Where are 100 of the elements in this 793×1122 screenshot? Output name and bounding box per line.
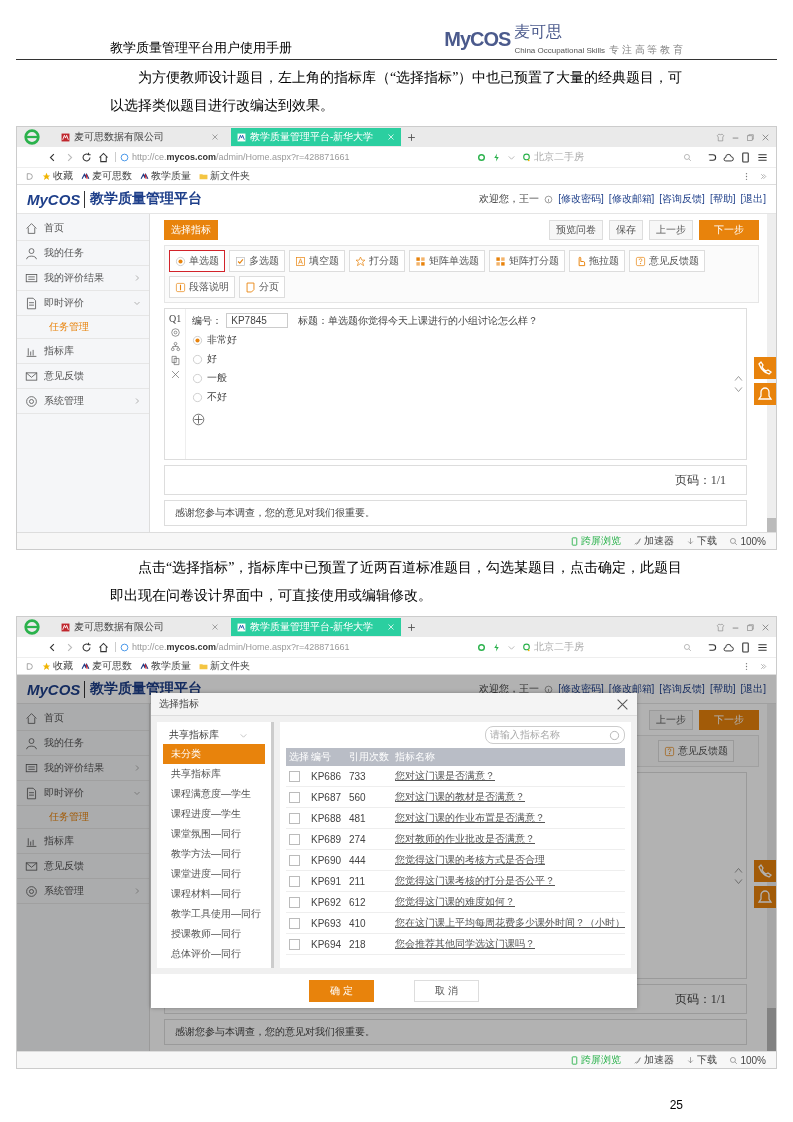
question-type-button[interactable]: 段落说明 [169,276,235,298]
bookmark[interactable]: 新文件夹 [199,169,250,183]
close-icon[interactable] [616,697,629,711]
restore-icon[interactable] [746,622,755,632]
bookmark[interactable]: 收藏 [42,169,73,183]
nav-item[interactable]: 我的评价结果 [17,266,149,291]
chat-button[interactable] [754,886,776,909]
answer-option[interactable]: 一般 [192,371,725,385]
nav-item[interactable]: 我的评价结果 [17,756,149,781]
action-button[interactable]: 保存 [609,220,643,240]
code-field[interactable]: KP7845 [226,313,289,328]
nav-item[interactable]: 我的任务 [17,731,149,756]
header-link[interactable]: [修改密码] [558,192,604,206]
chevron-icon[interactable] [759,171,768,181]
lightning-icon[interactable] [492,152,501,162]
nav-item[interactable]: 即时评价 [17,781,149,806]
search-icon[interactable] [683,152,692,162]
category-item[interactable]: 课程材料—同行 [163,884,265,904]
category-item[interactable]: 课程满意度—学生 [163,784,265,804]
indicator-link[interactable]: 您觉得这门课的考核方式是否合理 [395,853,625,867]
menu-icon[interactable] [757,151,768,163]
new-tab-icon[interactable] [407,622,416,632]
gear-icon[interactable] [169,327,181,338]
home-icon[interactable] [98,641,109,653]
bookmark[interactable]: 新文件夹 [199,659,250,673]
browser-tab[interactable]: 麦可思数据有限公司 [55,128,225,146]
category-item[interactable]: 教学方法—同行 [163,844,265,864]
row-checkbox[interactable] [289,854,300,866]
bookmark[interactable]: 麦可思数 [81,169,132,183]
row-checkbox[interactable] [289,812,300,824]
indicator-link[interactable]: 您在这门课上平均每周花费多少课外时间？（小时） [395,916,625,930]
row-checkbox[interactable] [289,791,300,803]
tree-root-item[interactable]: 共享指标库 [163,726,265,744]
gear-icon[interactable] [477,152,486,162]
nav-item[interactable]: 系统管理 [17,879,149,904]
question-type-button[interactable]: 分页 [239,276,285,298]
shirt-icon[interactable] [716,132,725,142]
undo-icon[interactable] [706,641,717,653]
indicator-link[interactable]: 您对这门课的作业布置是否满意？ [395,811,625,825]
status-item[interactable]: 100% [729,1054,766,1066]
category-item[interactable]: 教学工具使用—同行 [163,904,265,924]
header-link[interactable]: [退出] [740,682,766,696]
question-type-button[interactable]: 打分题 [349,250,405,272]
close-icon[interactable] [761,132,770,142]
phone-icon[interactable] [740,151,751,163]
delete-icon[interactable] [169,369,181,380]
indicator-link[interactable]: 您对这门课是否满意？ [395,769,625,783]
indicator-link[interactable]: 您对教师的作业批改是否满意？ [395,832,625,846]
question-type-button[interactable]: 矩阵打分题 [489,250,565,272]
bookmark[interactable]: 教学质量 [140,659,191,673]
category-item[interactable]: 共享指标库 [163,764,265,784]
info-icon[interactable] [544,194,554,204]
answer-option[interactable]: 好 [192,352,725,366]
status-item[interactable]: 加速器 [633,534,675,548]
action-button[interactable]: 上一步 [649,710,693,730]
indicator-link[interactable]: 您对这门课的教材是否满意？ [395,790,625,804]
browser-tab[interactable]: 麦可思数据有限公司 [55,618,225,636]
answer-option[interactable]: 非常好 [192,333,725,347]
question-type-button[interactable]: 意见反馈题 [629,250,705,272]
home-icon[interactable] [98,151,109,163]
nav-item[interactable]: 意见反馈 [17,364,149,389]
search-icon[interactable] [609,729,620,741]
search-icon[interactable] [683,642,692,652]
row-checkbox[interactable] [289,770,300,782]
nav-item[interactable]: 首页 [17,216,149,241]
row-checkbox[interactable] [289,833,300,845]
category-item[interactable]: 课程进度—学生 [163,804,265,824]
header-link[interactable]: [咨询反馈] [659,682,705,696]
nav-item[interactable]: 我的任务 [17,241,149,266]
restore-icon[interactable] [746,132,755,142]
question-type-button[interactable]: 拖拉题 [569,250,625,272]
question-type-button[interactable]: 意见反馈题 [658,740,734,762]
close-icon[interactable] [761,622,770,632]
indicator-link[interactable]: 您觉得这门课考核的打分是否公平？ [395,874,625,888]
cloud-icon[interactable] [723,151,734,163]
indicator-link[interactable]: 您觉得这门课的难度如何？ [395,895,625,909]
category-item[interactable]: 课堂进度—同行 [163,864,265,884]
action-button[interactable]: 预览问卷 [549,220,603,240]
gear-icon[interactable] [477,642,486,652]
category-item[interactable]: 授课教师—同行 [163,924,265,944]
row-checkbox[interactable] [289,917,300,929]
question-type-button[interactable]: 填空题 [289,250,345,272]
shirt-icon[interactable] [716,622,725,632]
refresh-icon[interactable] [81,151,92,163]
question-type-button[interactable]: 单选题 [169,250,225,272]
dialog-button[interactable]: 取 消 [414,980,479,1002]
header-link[interactable]: [帮助] [709,682,736,696]
address-field[interactable]: http://ce.mycos.com/admin/Home.aspx?r=428871661 [115,152,350,162]
copy-icon[interactable] [169,355,181,366]
add-icon[interactable] [192,413,206,426]
phone-call-button[interactable] [754,860,776,883]
nav-item[interactable]: 系统管理 [17,389,149,414]
answer-option[interactable]: 不好 [192,390,725,404]
address-field[interactable]: http://ce.mycos.com/admin/Home.aspx?r=428871661 [115,642,350,652]
header-link[interactable]: [修改邮箱] [608,192,655,206]
status-item[interactable]: 100% [729,535,766,547]
bookmark[interactable]: 教学质量 [140,169,191,183]
lightning-icon[interactable] [492,642,501,652]
nav-item[interactable]: 指标库 [17,339,149,364]
row-checkbox[interactable] [289,938,300,950]
